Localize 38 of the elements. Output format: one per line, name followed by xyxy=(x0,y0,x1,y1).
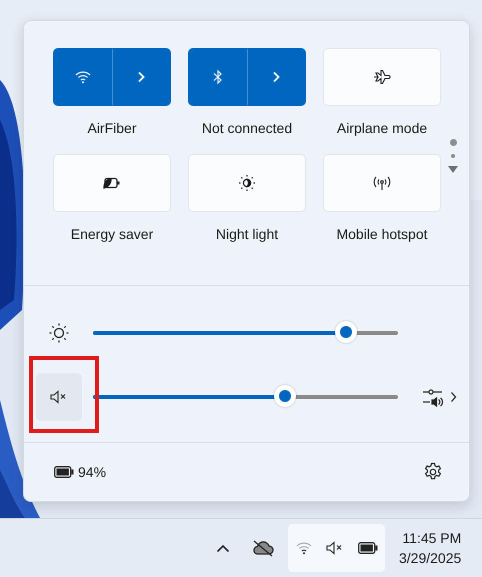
toggle-tile[interactable] xyxy=(53,48,171,106)
tile-label: Not connected xyxy=(202,120,292,136)
settings-icon[interactable] xyxy=(423,462,443,482)
slider-thumb[interactable] xyxy=(335,321,358,343)
sound-mixer-button[interactable] xyxy=(422,387,456,407)
tile-label: Mobile hotspot xyxy=(336,226,428,242)
battery-leaf-icon xyxy=(102,176,122,190)
wifi-icon xyxy=(74,70,91,84)
slider-thumb[interactable] xyxy=(274,385,296,407)
chevron-right-icon xyxy=(450,391,456,403)
clock-time: 11:45 PM xyxy=(402,529,462,548)
speaker-muted-icon xyxy=(326,541,344,555)
brightness-icon xyxy=(48,322,70,344)
battery-percentage: 94% xyxy=(78,464,106,480)
mixer-icon xyxy=(422,387,444,407)
tile-label: Airplane mode xyxy=(336,120,428,136)
chevron-right-icon xyxy=(272,71,280,83)
hotspot-icon xyxy=(372,175,392,191)
battery-icon xyxy=(54,466,74,478)
tile-label: Energy saver xyxy=(70,226,154,242)
tile-label: AirFiber xyxy=(87,120,136,136)
toggle-tile[interactable] xyxy=(188,48,306,106)
chevron-up-icon[interactable] xyxy=(216,544,230,552)
down-arrow-icon[interactable] xyxy=(448,166,458,174)
speaker-muted-icon xyxy=(50,390,68,404)
tile-label: Night light xyxy=(216,226,278,242)
clock-date: 3/29/2025 xyxy=(399,549,462,568)
night-light-icon xyxy=(238,174,256,192)
cloud-off-icon[interactable] xyxy=(252,539,274,557)
mute-button[interactable] xyxy=(36,373,82,421)
battery-icon xyxy=(358,542,378,554)
wifi-icon xyxy=(294,541,313,555)
chevron-right-icon xyxy=(137,71,146,83)
airplane-icon xyxy=(373,69,391,85)
page-dot[interactable] xyxy=(451,154,455,158)
page-dot[interactable] xyxy=(450,139,456,146)
system-tray-button[interactable] xyxy=(288,524,385,572)
bluetooth-icon xyxy=(212,69,223,85)
